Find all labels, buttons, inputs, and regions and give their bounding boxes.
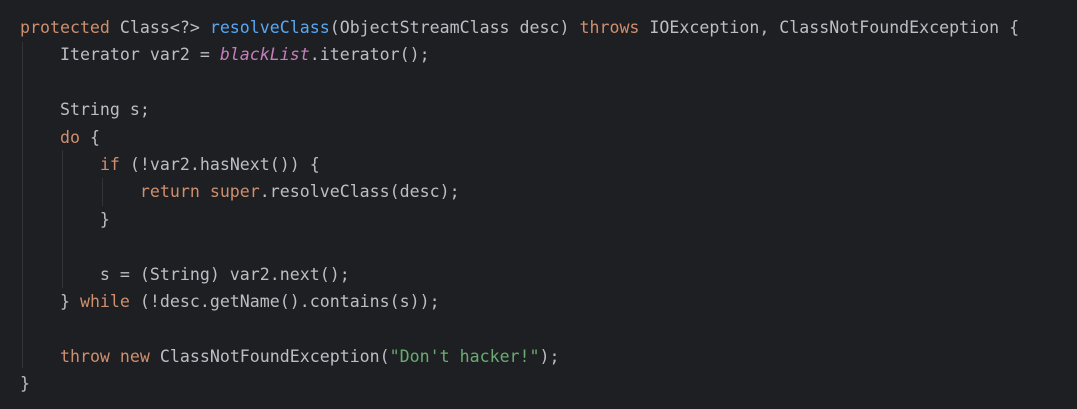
code-line[interactable] — [20, 315, 1019, 342]
code-line[interactable]: throw new ClassNotFoundException("Don't … — [20, 343, 1019, 370]
code-token: } — [20, 374, 30, 394]
code-line[interactable]: } while (!desc.getName().contains(s)); — [20, 288, 1019, 315]
code-token: throws — [579, 18, 640, 37]
code-token: (ObjectStreamClass desc) — [329, 18, 580, 37]
code-line[interactable]: Iterator var2 = blackList.iterator(); — [20, 41, 1019, 68]
code-line[interactable]: s = (String) var2.next(); — [20, 261, 1019, 288]
code-token: .resolveClass(desc); — [259, 182, 460, 202]
code-token: Class<?> — [109, 18, 210, 37]
code-line[interactable]: } — [20, 206, 1019, 233]
code-token: IOException, ClassNotFoundException { — [639, 18, 1020, 37]
code-token: s = (String) var2.next(); — [20, 264, 350, 284]
code-token: (!desc.getName().contains(s)); — [129, 291, 440, 311]
code-token: return super — [139, 182, 260, 202]
code-token: .iterator(); — [309, 45, 430, 65]
code-token: } — [20, 209, 110, 229]
code-line[interactable]: if (!var2.hasNext()) { — [20, 151, 1019, 178]
code-token: while — [79, 291, 130, 311]
code-line[interactable]: return super.resolveClass(desc); — [20, 178, 1019, 205]
code-line[interactable]: String s; — [20, 96, 1019, 123]
code-token: throw new — [59, 346, 150, 366]
code-line[interactable]: } — [20, 370, 1019, 397]
code-token: blackList — [219, 45, 310, 65]
code-line[interactable] — [20, 69, 1019, 96]
code-line[interactable]: protected Class<?> resolveClass(ObjectSt… — [20, 14, 1019, 41]
code-token: } — [20, 291, 80, 311]
code-editor[interactable]: protected Class<?> resolveClass(ObjectSt… — [20, 14, 1019, 397]
code-token: do — [59, 127, 80, 147]
code-token: ); — [539, 346, 560, 366]
code-token: resolveClass — [209, 18, 330, 37]
code-token: (!var2.hasNext()) { — [119, 154, 320, 174]
code-token: Iterator var2 = — [20, 45, 220, 65]
code-token: protected — [20, 18, 110, 37]
code-line[interactable] — [20, 233, 1019, 260]
code-token: "Don't hacker!" — [389, 346, 540, 366]
code-token: if — [99, 154, 120, 174]
code-line[interactable]: do { — [20, 124, 1019, 151]
code-token: String s; — [20, 100, 150, 120]
code-token: { — [79, 127, 100, 147]
code-token: ClassNotFoundException( — [149, 346, 390, 366]
